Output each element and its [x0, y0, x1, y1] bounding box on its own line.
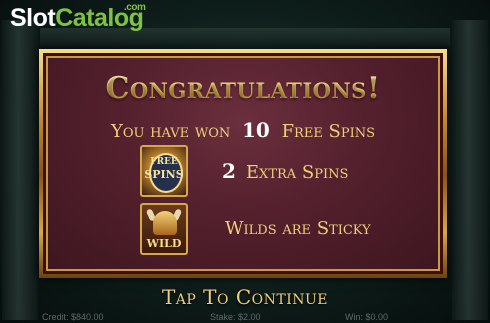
slotcatalog-logo: SlotCatalog .com: [10, 2, 146, 32]
win-value: Win: $0.00: [345, 312, 389, 322]
dialog-border: Congratulations! You have won 10 Free Sp…: [43, 53, 443, 274]
extra-spins-label: Extra Spins: [245, 161, 349, 183]
wild-icon-label: WILD: [146, 237, 182, 250]
status-bar: Credit: $840.00 Stake: $2.00 Win: $0.00: [0, 311, 490, 323]
right-pillar: [452, 20, 488, 320]
wild-icon: WILD: [140, 203, 188, 255]
dialog-panel: Congratulations! You have won 10 Free Sp…: [46, 56, 440, 271]
logo-suffix: .com: [124, 2, 146, 13]
free-icon-text-bottom: SPINS: [144, 168, 184, 181]
free-icon-text-top: FREE: [150, 157, 178, 167]
logo-text-slot: Slot: [10, 4, 56, 32]
extra-spins-text: 2 Extra Spins: [222, 161, 348, 182]
free-spins-icon: FREE SPINS: [140, 145, 188, 197]
helmet-shape: [153, 211, 177, 235]
won-free-spins-text: You have won 10 Free Spins: [48, 120, 438, 141]
stake-value: Stake: $2.00: [210, 312, 261, 322]
sticky-wilds-label: Wilds are Sticky: [225, 218, 371, 239]
left-pillar: [2, 20, 38, 320]
free-spins-dialog: Congratulations! You have won 10 Free Sp…: [39, 49, 447, 278]
dialog-title: Congratulations!: [48, 74, 438, 104]
sticky-wilds-row: WILD Wilds are Sticky: [140, 203, 371, 255]
credit-value: Credit: $840.00: [42, 312, 104, 322]
extra-spins-row: FREE SPINS 2 Extra Spins: [140, 145, 348, 197]
won-prefix: You have won: [110, 121, 231, 142]
won-suffix: Free Spins: [281, 121, 376, 142]
tap-to-continue-button[interactable]: Tap To Continue: [0, 287, 490, 307]
extra-spins-count: 2: [222, 158, 236, 183]
won-count: 10: [241, 118, 270, 142]
